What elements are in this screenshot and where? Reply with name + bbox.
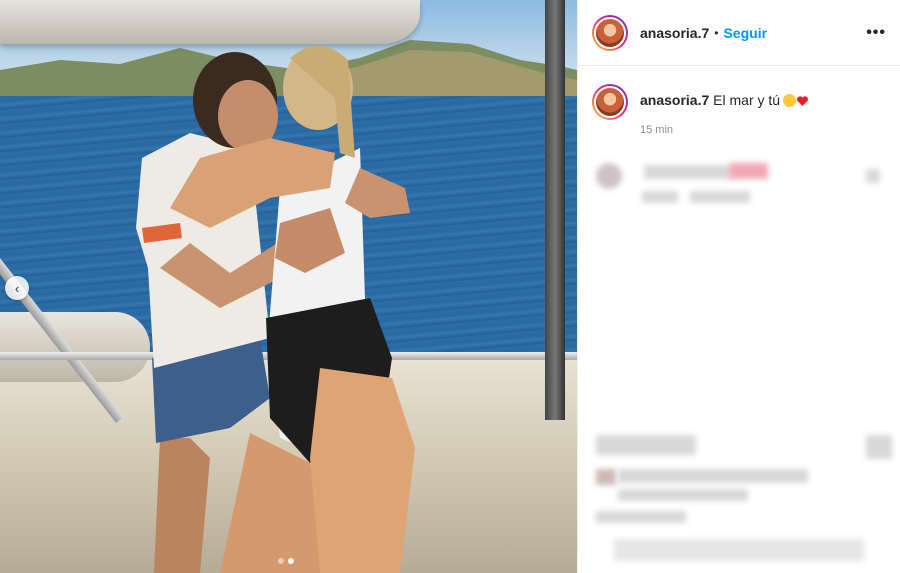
blurred-actions xyxy=(596,435,696,455)
blurred-text xyxy=(730,163,768,179)
caption-avatar[interactable] xyxy=(592,84,628,120)
blurred-text xyxy=(690,191,750,203)
carousel-indicator xyxy=(278,558,294,564)
post-timestamp[interactable]: 15 min xyxy=(640,121,808,139)
carousel-prev-button[interactable]: ‹ xyxy=(5,276,29,300)
caption-body: anasoria.7 El mar y tú 15 min xyxy=(640,84,808,139)
chevron-left-icon: ‹ xyxy=(14,280,20,296)
blurred-icon xyxy=(866,169,880,183)
blurred-avatar xyxy=(596,469,616,485)
boat-pole xyxy=(545,0,565,420)
more-options-button[interactable]: ••• xyxy=(866,24,886,42)
blurred-comments-area xyxy=(578,139,900,573)
carousel-dot-2[interactable] xyxy=(288,558,294,564)
blurred-text xyxy=(642,191,678,203)
blurred-text xyxy=(644,165,734,179)
avatar[interactable] xyxy=(592,14,628,51)
post-side-panel: anasoria.7 • Seguir ••• anasoria.7 El ma… xyxy=(577,0,900,573)
blurred-comment-box xyxy=(614,539,864,561)
caption-username[interactable]: anasoria.7 xyxy=(640,92,709,108)
author-username[interactable]: anasoria.7 xyxy=(640,25,709,41)
post-header: anasoria.7 • Seguir ••• xyxy=(578,0,900,66)
follow-button[interactable]: Seguir xyxy=(723,25,767,41)
blurred-text xyxy=(618,489,748,501)
carousel-dot-1[interactable] xyxy=(278,558,284,564)
embracing-couple xyxy=(136,45,415,573)
header-separator: • xyxy=(714,25,719,40)
blurred-text xyxy=(596,511,686,523)
red-heart-icon xyxy=(797,96,808,106)
blurred-text xyxy=(618,469,808,483)
post-photo[interactable]: ‹ xyxy=(0,0,577,573)
blurred-avatar xyxy=(596,163,622,189)
caption-text: El mar y tú xyxy=(713,92,781,108)
caption-row: anasoria.7 El mar y tú 15 min xyxy=(578,66,900,139)
instagram-post-window: ‹ anasoria.7 • Seguir ••• anasoria.7 El … xyxy=(0,0,900,573)
smiling-face-icon xyxy=(783,94,797,107)
blurred-icon xyxy=(866,435,892,459)
